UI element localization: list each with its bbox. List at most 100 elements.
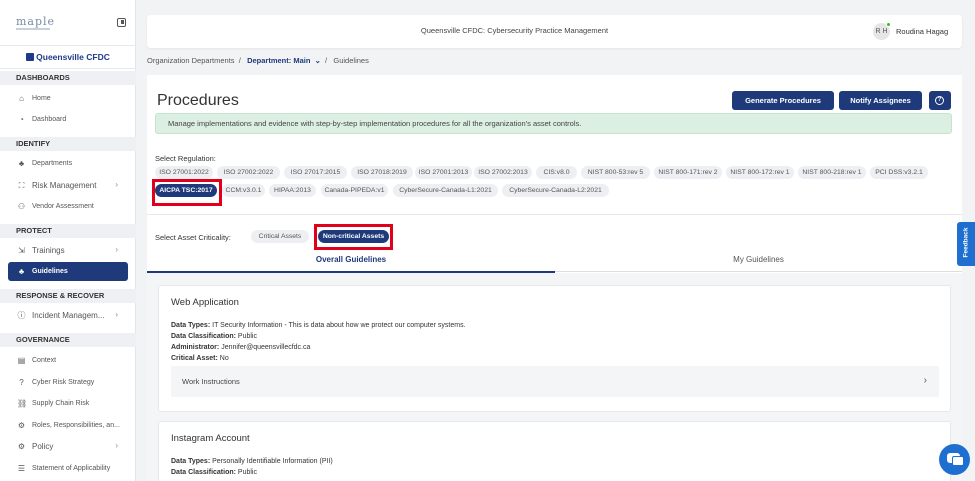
roles-icon: ⚙ bbox=[17, 421, 26, 430]
regulation-chip[interactable]: ISO 27017:2015 bbox=[284, 166, 347, 179]
chevron-down-icon[interactable]: ⌄ bbox=[313, 56, 321, 65]
section-dashboards: DASHBOARDS bbox=[0, 71, 136, 85]
cards-area: Web Application Data Types: IT Security … bbox=[147, 273, 962, 481]
sidebar-item-trainings[interactable]: ⇲ Trainings › bbox=[8, 241, 128, 260]
policy-icon: ⚙ bbox=[17, 442, 26, 451]
chevron-right-icon: › bbox=[115, 441, 118, 450]
sidebar-item-dashboard[interactable]: ◔ Dashboard bbox=[8, 110, 128, 129]
sidebar-item-roles[interactable]: ⚙ Roles, Responsibilities, an... bbox=[8, 416, 128, 435]
field-value: No bbox=[219, 355, 229, 362]
regulation-chip[interactable]: ISO 27002:2013 bbox=[474, 166, 532, 179]
tab-my-guidelines[interactable]: My Guidelines bbox=[555, 255, 962, 271]
user-name[interactable]: Roudina Hagag bbox=[896, 27, 948, 36]
logo-tagline-mark bbox=[16, 28, 50, 30]
sidebar-item-soa[interactable]: ☰ Statement of Applicability bbox=[8, 459, 128, 478]
asset-card: Web Application Data Types: IT Security … bbox=[158, 285, 951, 412]
regulation-chip[interactable]: ISO 27018:2019 bbox=[351, 166, 413, 179]
critical-assets-chip[interactable]: Critical Assets bbox=[251, 230, 309, 243]
feedback-label: Feedback bbox=[962, 227, 970, 258]
sidebar-item-label: Departments bbox=[32, 160, 73, 167]
sidebar-item-label: Roles, Responsibilities, an... bbox=[32, 422, 120, 429]
sidebar-item-supply-chain[interactable]: ⛓ Supply Chain Risk bbox=[8, 394, 128, 413]
alert-icon: ⓘ bbox=[17, 311, 26, 320]
sidebar-item-risk-management[interactable]: ⛶ Risk Management › bbox=[8, 176, 128, 195]
regulation-chip[interactable]: CyberSecure-Canada-L1:2021 bbox=[393, 184, 498, 197]
help-button[interactable]: ? bbox=[929, 91, 951, 110]
section-identify: IDENTIFY bbox=[0, 137, 136, 151]
top-bar: Queensville CFDC: Cybersecurity Practice… bbox=[147, 15, 962, 48]
question-icon: ? bbox=[19, 378, 24, 387]
field-value: Public bbox=[237, 333, 257, 340]
chevron-right-icon: › bbox=[923, 375, 927, 386]
breadcrumb: Organization Departments / Department: M… bbox=[147, 56, 369, 65]
regulation-chip[interactable]: PCI DSS:v3.2.1 bbox=[870, 166, 928, 179]
regulation-chip[interactable]: NIST 800-218:rev 1 bbox=[798, 166, 866, 179]
breadcrumb-department[interactable]: Department: Main bbox=[247, 56, 310, 65]
highlight-box bbox=[314, 224, 393, 250]
field-label: Critical Asset: bbox=[171, 355, 218, 362]
generate-procedures-button[interactable]: Generate Procedures bbox=[732, 91, 834, 110]
info-banner: Manage implementations and evidence with… bbox=[155, 113, 952, 134]
sidebar-item-label: Supply Chain Risk bbox=[32, 400, 90, 407]
regulation-chip[interactable]: NIST 800-53:rev 5 bbox=[581, 166, 650, 179]
regulation-chip[interactable]: Canada-PIPEDA:v1 bbox=[321, 184, 388, 197]
guidelines-icon: ♣ bbox=[18, 267, 25, 276]
sidebar-collapse-icon[interactable] bbox=[117, 18, 126, 27]
regulation-chip[interactable]: CIS:v8.0 bbox=[536, 166, 577, 179]
regulation-chip[interactable]: CCM:v3.0.1 bbox=[222, 184, 265, 197]
training-icon: ⇲ bbox=[18, 246, 25, 255]
regulation-chip[interactable]: ISO 27001:2013 bbox=[415, 166, 472, 179]
org-selector[interactable]: Queensville CFDC bbox=[0, 45, 136, 69]
sidebar-item-label: Statement of Applicability bbox=[32, 465, 111, 472]
sidebar-item-label: Home bbox=[32, 95, 51, 102]
regulation-chip[interactable]: HIPAA:2013 bbox=[269, 184, 316, 197]
highlight-box bbox=[152, 179, 222, 206]
section-response: RESPONSE & RECOVER bbox=[0, 289, 136, 303]
sidebar-item-departments[interactable]: ♣ Departments bbox=[8, 154, 128, 173]
feedback-tab[interactable]: Feedback bbox=[957, 222, 975, 266]
tab-baseline bbox=[555, 271, 962, 272]
sidebar-item-incident[interactable]: ⓘ Incident Managem... › bbox=[8, 306, 128, 325]
sidebar-item-cyber-risk-strategy[interactable]: ? Cyber Risk Strategy bbox=[8, 373, 128, 392]
asset-card: Instagram Account Data Types: Personally… bbox=[158, 421, 951, 481]
regulation-chip[interactable]: ISO 27002:2022 bbox=[217, 166, 280, 179]
select-regulation-label: Select Regulation: bbox=[155, 154, 216, 163]
regulation-chip[interactable]: ISO 27001:2022 bbox=[155, 166, 213, 179]
select-criticality-label: Select Asset Criticality: bbox=[155, 233, 231, 242]
sidebar-item-home[interactable]: ⌂ Home bbox=[8, 89, 128, 108]
home-icon: ⌂ bbox=[19, 94, 24, 103]
work-instructions-label: Work Instructions bbox=[182, 377, 240, 386]
field-label: Data Types: bbox=[171, 458, 211, 465]
sidebar-item-policy[interactable]: ⚙ Policy › bbox=[8, 437, 128, 456]
work-instructions-accordion[interactable]: Work Instructions › bbox=[171, 366, 939, 397]
critical-asset-row: Critical Asset: No bbox=[171, 355, 229, 362]
field-label: Data Types: bbox=[171, 322, 211, 329]
sidebar-item-label: Incident Managem... bbox=[32, 311, 105, 320]
sidebar-item-context[interactable]: ▤ Context bbox=[8, 351, 128, 370]
online-status-icon bbox=[886, 22, 891, 27]
sidebar-item-label: Trainings bbox=[32, 246, 65, 255]
sidebar-item-vendor-assessment[interactable]: ⚇ Vendor Assessment bbox=[8, 197, 128, 216]
regulation-chip[interactable]: CyberSecure-Canada-L2:2021 bbox=[502, 184, 609, 197]
card-title: Web Application bbox=[171, 297, 239, 308]
notify-assignees-button[interactable]: Notify Assignees bbox=[839, 91, 922, 110]
sidebar-item-label: Vendor Assessment bbox=[32, 203, 94, 210]
breadcrumb-org-departments[interactable]: Organization Departments bbox=[147, 56, 235, 65]
sidebar-item-guidelines[interactable]: ♣ Guidelines bbox=[8, 262, 128, 281]
sidebar-item-label: Guidelines bbox=[32, 268, 68, 275]
document-icon: ▤ bbox=[17, 356, 26, 365]
section-governance: GOVERNANCE bbox=[0, 333, 136, 347]
chevron-right-icon: › bbox=[115, 245, 118, 254]
sidebar-item-label: Dashboard bbox=[32, 116, 67, 123]
page-title: Procedures bbox=[157, 92, 239, 109]
chat-icon[interactable] bbox=[939, 444, 970, 475]
help-icon: ? bbox=[935, 96, 944, 105]
field-label: Data Classification: bbox=[171, 333, 236, 340]
regulation-chip[interactable]: NIST 800-172:rev 1 bbox=[726, 166, 794, 179]
tab-overall-guidelines[interactable]: Overall Guidelines bbox=[147, 255, 555, 271]
field-label: Administrator: bbox=[171, 344, 220, 351]
regulation-chip[interactable]: NIST 800-171:rev 2 bbox=[654, 166, 722, 179]
chevron-right-icon: › bbox=[115, 310, 118, 319]
field-value: Jennifer@queensvillecfdc.ca bbox=[221, 344, 311, 351]
sidebar-item-label: Risk Management bbox=[32, 181, 97, 190]
